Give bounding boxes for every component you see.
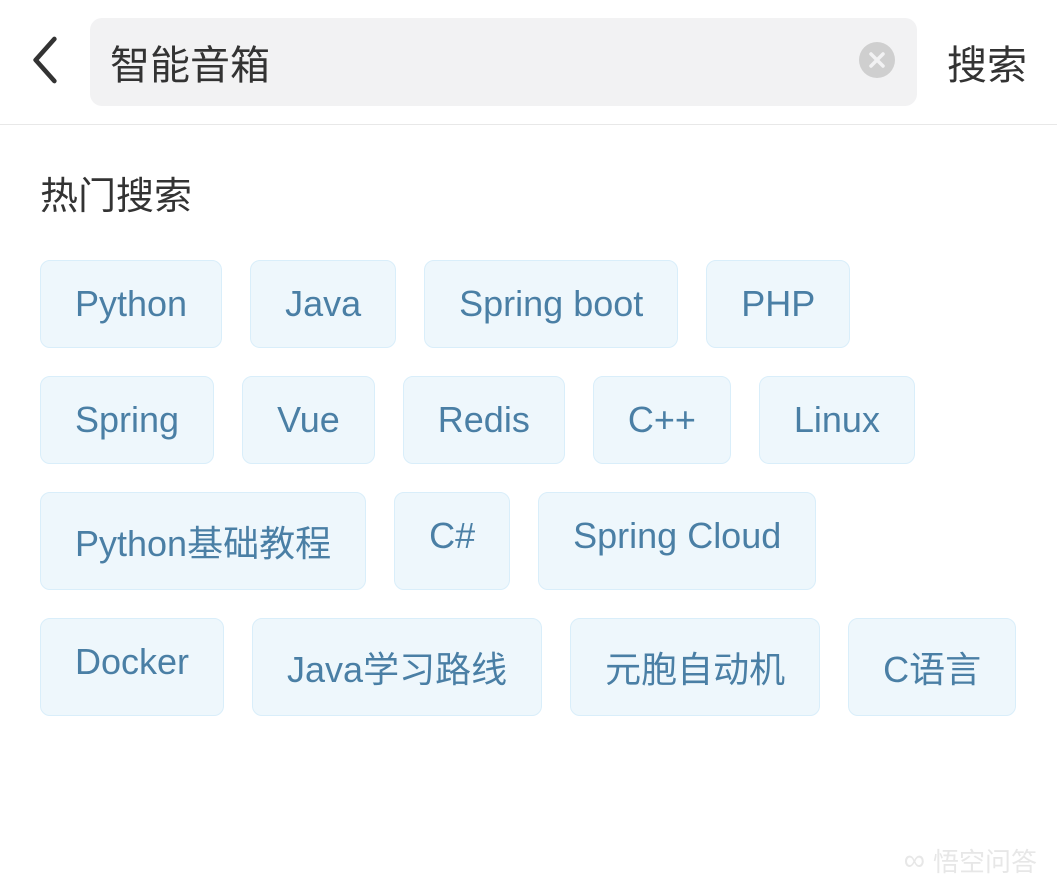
search-action-button[interactable]: 搜索: [937, 33, 1037, 91]
content-area: 热门搜索 Python Java Spring boot PHP Spring …: [0, 125, 1057, 756]
tag-item[interactable]: 元胞自动机: [570, 618, 820, 716]
tag-item[interactable]: Spring: [40, 376, 214, 464]
tag-item[interactable]: Python: [40, 260, 222, 348]
watermark-icon: ∞: [904, 844, 925, 878]
watermark: ∞ 悟空问答: [904, 842, 1037, 879]
chevron-left-icon: [31, 36, 59, 89]
back-button[interactable]: [20, 37, 70, 87]
tag-item[interactable]: Linux: [759, 376, 915, 464]
tag-item[interactable]: Redis: [403, 376, 565, 464]
tag-item[interactable]: C++: [593, 376, 731, 464]
search-input[interactable]: [110, 40, 857, 85]
tag-item[interactable]: C语言: [848, 618, 1016, 716]
tag-item[interactable]: Spring boot: [424, 260, 678, 348]
clear-button[interactable]: [857, 42, 897, 82]
search-header: 搜索: [0, 0, 1057, 125]
tag-item[interactable]: Java学习路线: [252, 618, 542, 716]
tag-item[interactable]: Java: [250, 260, 396, 348]
tag-item[interactable]: Python基础教程: [40, 492, 366, 590]
close-circle-icon: [859, 42, 895, 83]
watermark-text: 悟空问答: [933, 842, 1037, 879]
hot-search-tags: Python Java Spring boot PHP Spring Vue R…: [40, 260, 1017, 716]
tag-item[interactable]: Spring Cloud: [538, 492, 816, 590]
search-box: [90, 18, 917, 106]
tag-item[interactable]: PHP: [706, 260, 850, 348]
tag-item[interactable]: C#: [394, 492, 510, 590]
tag-item[interactable]: Vue: [242, 376, 375, 464]
tag-item[interactable]: Docker: [40, 618, 224, 716]
hot-search-title: 热门搜索: [40, 165, 1017, 220]
